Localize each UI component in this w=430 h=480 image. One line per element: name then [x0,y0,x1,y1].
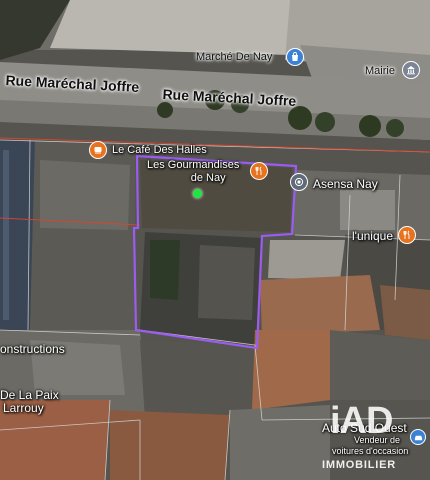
fork-knife-icon[interactable] [398,226,416,244]
logo-subtitle: IMMOBILIER [322,459,396,471]
fork-knife-icon[interactable] [250,162,268,180]
map-view[interactable]: Rue Maréchal Joffre Rue Maréchal Joffre … [0,0,430,480]
poi-label-constructions[interactable]: onstructions [0,342,65,356]
shopping-bag-icon[interactable] [286,48,304,66]
poi-label-gourmandises[interactable]: Les Gourmandises de Nay [147,159,239,185]
poi-label-marche[interactable]: Marché De Nay [196,51,272,63]
poi-label-gourmandises-line1: Les Gourmandises [147,159,240,171]
poi-label-paix-line2: Larrouy [3,401,44,415]
target-icon[interactable] [290,173,308,191]
logo-mark: iAD [330,400,393,442]
building-icon[interactable] [402,61,420,79]
iad-logo-watermark: iAD IMMOBILIER [322,400,426,478]
poi-label-cafe[interactable]: Le Café Des Halles [112,144,207,156]
poi-label-gourmandises-line2: de Nay [190,172,226,184]
poi-label-unique[interactable]: l'unique [352,229,393,243]
location-dot [193,189,202,198]
poi-label-paix[interactable]: De La Paix Larrouy [0,389,59,415]
poi-label-asensa[interactable]: Asensa Nay [313,177,378,191]
poi-label-mairie[interactable]: Mairie [365,65,395,77]
fork-knife-icon[interactable] [89,141,107,159]
